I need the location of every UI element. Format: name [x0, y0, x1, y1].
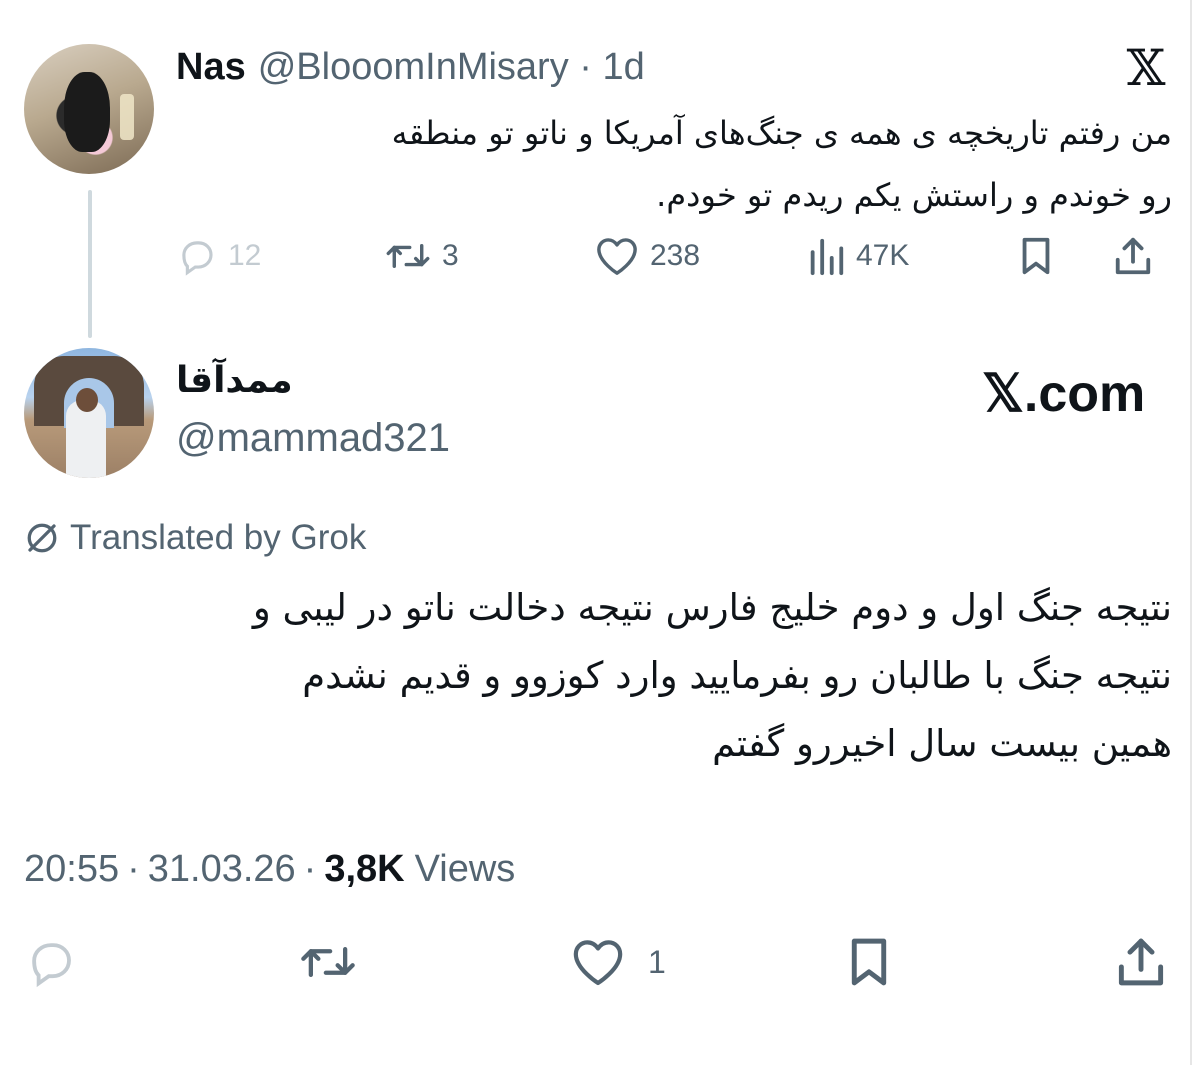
- tweet-text: من رفتم تاریخچه ی همه ی جنگ‌های آمریکا و…: [176, 102, 1172, 226]
- share-button[interactable]: [1112, 228, 1154, 284]
- bookmark-button[interactable]: [844, 932, 894, 992]
- display-name[interactable]: Nas: [176, 46, 246, 89]
- reply-count: 12: [228, 239, 262, 272]
- time-ago[interactable]: 1d: [603, 46, 645, 88]
- dot-separator: ·: [303, 847, 317, 890]
- avatar-cat-figure: [64, 72, 110, 152]
- reply-button[interactable]: [24, 932, 78, 992]
- tweet-header: Nas @BlooomInMisary · 1d: [176, 44, 645, 90]
- share-icon: [1115, 237, 1151, 275]
- bookmark-icon: [851, 938, 887, 986]
- avatar[interactable]: [24, 44, 154, 174]
- post-date[interactable]: 31.03.26: [148, 848, 296, 891]
- retweet-button[interactable]: [298, 932, 358, 992]
- translated-by-grok[interactable]: Translated by Grok: [24, 516, 366, 560]
- dot-separator: ·: [127, 847, 140, 890]
- views-button[interactable]: 47K: [806, 228, 909, 284]
- like-count: 238: [650, 239, 701, 272]
- heart-icon: [573, 940, 623, 986]
- reply-icon: [182, 241, 213, 276]
- retweet-icon: [301, 947, 355, 977]
- x-logo-icon: 𝕏: [1126, 39, 1166, 97]
- user-handle[interactable]: @mammad321: [176, 416, 450, 461]
- bookmark-button[interactable]: [1016, 228, 1056, 284]
- translated-label: Translated by Grok: [70, 518, 367, 557]
- tweet-text-line: نتیجه جنگ اول و دوم خلیج فارس نتیجه دخال…: [252, 586, 1172, 629]
- views-number: 3,8K: [324, 847, 405, 890]
- x-com-watermark: 𝕏.com: [982, 365, 1146, 423]
- tweet-text-line: نتیجه جنگ با طالبان رو بفرمایید وارد کوز…: [302, 654, 1172, 697]
- views-label: Views: [414, 847, 516, 890]
- user-handle[interactable]: @BlooomInMisary · 1d: [258, 46, 645, 89]
- tweet-text: نتیجه جنگ اول و دوم خلیج فارس نتیجه دخال…: [24, 574, 1172, 778]
- display-name[interactable]: ممدآقا: [176, 360, 293, 401]
- views-count: 47K: [856, 239, 910, 272]
- share-icon: [1118, 938, 1164, 986]
- handle-text: @BlooomInMisary: [257, 45, 569, 88]
- tweet-actions: 12 3 238 47K: [176, 228, 1172, 284]
- retweet-icon: [386, 243, 430, 268]
- retweet-button[interactable]: 3: [384, 228, 459, 284]
- right-edge-divider: [1190, 0, 1192, 1065]
- dot-separator: ·: [579, 45, 592, 88]
- like-button[interactable]: 238: [594, 228, 700, 284]
- like-count: 1: [648, 943, 666, 980]
- heart-icon: [597, 238, 637, 275]
- tweet-text-line: رو خوندم و راستش یکم ریدم تو خودم.: [656, 176, 1172, 214]
- reply-button[interactable]: 12: [176, 228, 261, 284]
- like-button[interactable]: 1: [570, 932, 666, 992]
- retweet-count: 3: [442, 239, 459, 272]
- avatar[interactable]: [24, 348, 154, 478]
- tweet-text-line: همین بیست سال اخیررو گفتم: [712, 722, 1172, 765]
- avatar-head-figure: [76, 388, 98, 412]
- tweet-text-line: من رفتم تاریخچه ی همه ی جنگ‌های آمریکا و…: [391, 114, 1172, 152]
- bookmark-icon: [1022, 237, 1050, 275]
- tweet-meta: 20:55 · 31.03.26 · 3,8K Views: [24, 846, 515, 892]
- tweet-actions: 1: [24, 932, 1172, 992]
- post-time[interactable]: 20:55: [24, 848, 119, 891]
- reply-icon: [32, 943, 71, 988]
- views-icon: [810, 238, 844, 276]
- translate-slash-icon: [27, 523, 57, 553]
- avatar-glass-figure: [120, 94, 134, 140]
- share-button[interactable]: [1114, 932, 1168, 992]
- thread-connector-line: [88, 190, 92, 338]
